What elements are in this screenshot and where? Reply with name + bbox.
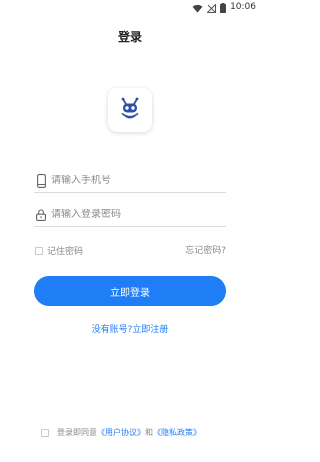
agreement-checkbox[interactable] (41, 428, 49, 437)
battery-icon (220, 0, 227, 17)
lock-icon (34, 207, 48, 223)
agreement-conjunction: 和 (145, 428, 153, 437)
phone-field[interactable] (34, 169, 226, 193)
status-icons: 10:06 (192, 1, 256, 13)
forgot-password-link[interactable]: 忘记密码? (185, 243, 226, 256)
wifi-icon (192, 0, 203, 17)
privacy-policy-link[interactable]: 《隐私政策》 (153, 427, 201, 438)
user-agreement-link[interactable]: 《用户协议》 (97, 427, 145, 438)
login-button[interactable]: 立即登录 (34, 276, 226, 306)
page-title: 登录 (117, 30, 142, 44)
password-field[interactable] (34, 203, 226, 227)
robot-logo-icon (117, 95, 143, 125)
remember-label: 记住密码 (47, 247, 84, 257)
phone-icon (34, 173, 48, 189)
password-input[interactable] (51, 209, 221, 220)
signal-off-icon (206, 0, 217, 17)
agreement-prefix: 登录即同意 (57, 428, 97, 437)
status-time: 10:06 (230, 2, 256, 12)
agreement: 登录即同意 《用户协议》 和 《隐私政策》 (41, 427, 201, 438)
app-logo (108, 88, 152, 132)
register-link[interactable]: 没有账号?立即注册 (0, 322, 260, 335)
remember-checkbox[interactable] (35, 246, 43, 255)
status-bar: 10:06 (0, 0, 260, 14)
phone-input[interactable] (51, 175, 221, 186)
remember-password[interactable]: 记住密码 (35, 244, 83, 257)
